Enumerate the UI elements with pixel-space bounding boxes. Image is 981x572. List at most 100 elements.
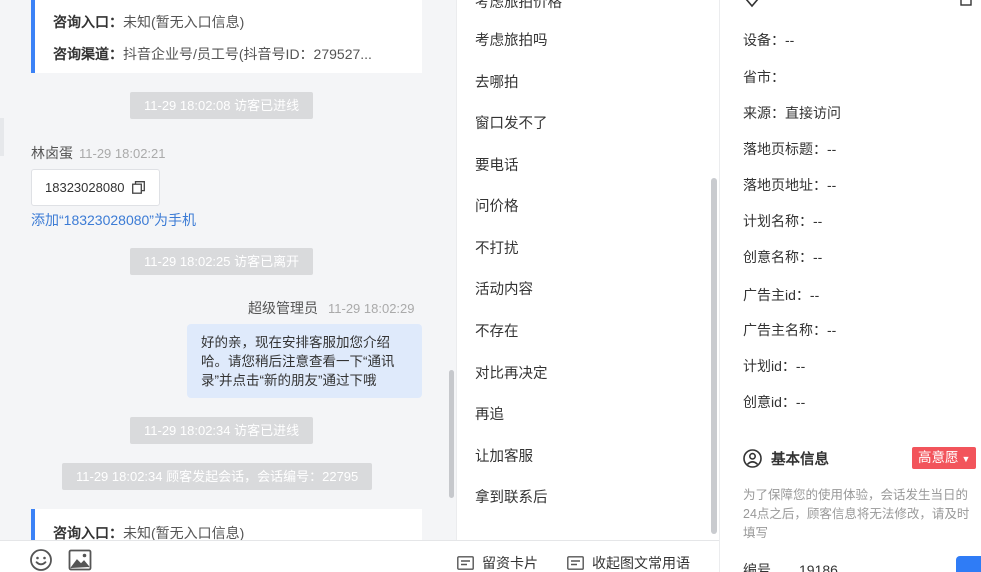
field-value: -- — [795, 394, 806, 410]
phrases-scrollbar[interactable] — [711, 178, 717, 534]
edit-notice: 为了保障您的使用体验，会话发生当日的24点之后，顾客信息将无法修改，请及时填写 — [743, 488, 970, 540]
field-label: 来源： — [743, 105, 785, 121]
field-value: -- — [813, 249, 823, 265]
consult-entry-line: 咨询入口：未知(暂无入口信息) — [53, 523, 404, 540]
field-label: 落地页标题： — [743, 141, 827, 157]
phrase-item-partial[interactable]: 考虑旅拍价格 — [475, 0, 562, 12]
phrase-item[interactable]: 要电话 — [475, 154, 519, 175]
intent-badge-label: 高意愿 — [918, 450, 959, 465]
lead-card-label: 留资卡片 — [482, 555, 538, 571]
source-field-plan-name: 计划名称：-- — [743, 211, 822, 231]
chat-scrollbar[interactable] — [449, 370, 454, 498]
source-field-creative-name: 创意名称：-- — [743, 247, 822, 267]
agent-name: 超级管理员 — [248, 300, 318, 316]
source-field-advertiser-name: 广告主名称：-- — [743, 320, 836, 340]
quick-phrases-panel[interactable]: 考虑旅拍价格 考虑旅拍吗 去哪拍 窗口发不了 要电话 问价格 不打扰 活动内容 … — [456, 0, 719, 540]
system-message: 11-29 18:02:34 访客已进线 — [130, 417, 314, 444]
collapse-phrases-label: 收起图文常用语 — [592, 555, 690, 571]
customer-info-panel[interactable]: 设备：-- 省市： 来源：直接访问 落地页标题：-- 落地页地址：-- 计划名称… — [719, 0, 981, 572]
visitor-phone-message[interactable]: 18323028080 — [31, 169, 160, 206]
chat-panel[interactable]: 咨询入口：未知(暂无入口信息) 咨询渠道：抖音企业号/员工号(抖音号ID：279… — [0, 0, 456, 540]
field-label: 落地页地址： — [743, 177, 827, 193]
field-label: 广告主名称： — [743, 322, 827, 338]
copy-icon[interactable] — [132, 181, 145, 194]
card-icon — [567, 556, 584, 570]
image-icon[interactable] — [68, 548, 92, 572]
phrase-item[interactable]: 再追 — [475, 403, 504, 424]
consult-channel-line: 咨询渠道：抖音企业号/员工号(抖音号ID：279527... — [53, 44, 404, 64]
visitor-name: 林卤蛋 — [31, 145, 73, 161]
phrase-item[interactable]: 对比再决定 — [475, 362, 548, 383]
edit-icon[interactable] — [960, 0, 972, 6]
chat-edge-handle — [0, 118, 4, 156]
agent-message-line: 好的亲，现在安排客服加您介绍 — [201, 335, 390, 350]
visitor-phone-text: 18323028080 — [45, 180, 125, 195]
consult-entry-label: 咨询入口： — [53, 525, 123, 540]
field-value: -- — [785, 32, 795, 48]
visitor-time: 11-29 18:02:21 — [79, 146, 166, 161]
field-label: 广告主id： — [743, 287, 810, 303]
agent-message-bubble: 好的亲，现在安排客服加您介绍 哈。请您稍后注意查看一下“通讯 录”并点击“新的朋… — [187, 324, 422, 398]
field-value: -- — [809, 287, 820, 303]
phrase-item[interactable]: 让加客服 — [475, 445, 533, 466]
app-root: 咨询入口：未知(暂无入口信息) 咨询渠道：抖音企业号/员工号(抖音号ID：279… — [0, 0, 981, 572]
phrase-item[interactable]: 窗口发不了 — [475, 112, 548, 133]
field-value: -- — [795, 358, 806, 374]
phrase-item[interactable]: 问价格 — [475, 195, 519, 216]
card-icon — [457, 556, 474, 570]
source-field-province: 省市： — [743, 67, 785, 87]
floating-action-button[interactable] — [956, 556, 981, 572]
intent-badge[interactable]: 高意愿 ▼ — [912, 447, 977, 469]
customer-id-row: 编号 19186 — [743, 560, 838, 572]
system-message: 11-29 18:02:34 顾客发起会话，会话编号：22795 — [62, 463, 373, 490]
source-field-device: 设备：-- — [743, 30, 794, 50]
add-phone-link[interactable]: 添加“18323028080”为手机 — [31, 210, 196, 230]
field-value: -- — [813, 213, 823, 229]
basic-info-title: 基本信息 — [771, 452, 829, 468]
field-label: 创意名称： — [743, 249, 813, 265]
source-field-landing-title: 落地页标题：-- — [743, 139, 836, 159]
field-label: 计划id： — [743, 358, 796, 374]
source-info-icon — [745, 0, 759, 8]
emoji-icon[interactable] — [29, 548, 53, 572]
visitor-header: 林卤蛋 11-29 18:02:21 — [31, 143, 166, 163]
customer-id-value: 19186 — [799, 562, 838, 572]
consult-entry-line: 咨询入口：未知(暂无入口信息) — [53, 12, 404, 32]
field-label: 设备： — [743, 32, 785, 48]
system-message: 11-29 18:02:08 访客已进线 — [130, 92, 314, 119]
consult-channel-label: 咨询渠道： — [53, 46, 123, 62]
field-value: -- — [827, 177, 837, 193]
collapse-phrases-button[interactable]: 收起图文常用语 — [567, 553, 690, 572]
phrase-item[interactable]: 不存在 — [475, 320, 519, 341]
field-value: 直接访问 — [785, 105, 841, 121]
lead-card-button[interactable]: 留资卡片 — [457, 553, 538, 572]
agent-message-line: 哈。请您稍后注意查看一下“通讯 — [201, 354, 395, 369]
phrase-item[interactable]: 拿到联系后 — [475, 486, 548, 507]
system-message: 11-29 18:02:25 访客已离开 — [130, 248, 314, 275]
phrase-item[interactable]: 不打扰 — [475, 237, 519, 258]
consult-entry-label: 咨询入口： — [53, 14, 123, 30]
agent-time: 11-29 18:02:29 — [328, 301, 415, 316]
field-value: -- — [827, 322, 837, 338]
field-label: 省市： — [743, 69, 785, 85]
source-field-plan-id: 计划id：-- — [743, 356, 805, 376]
consult-info-card: 咨询入口：未知(暂无入口信息) 咨询渠道：抖音企业号/员工号(抖音号ID：279… — [31, 0, 422, 73]
customer-id-label: 编号 — [743, 562, 771, 572]
phrase-item[interactable]: 去哪拍 — [475, 71, 519, 92]
consult-entry-value: 未知(暂无入口信息) — [123, 14, 245, 30]
caret-down-icon: ▼ — [961, 454, 971, 464]
source-field-origin: 来源：直接访问 — [743, 103, 841, 123]
phrase-item[interactable]: 活动内容 — [475, 278, 533, 299]
source-field-advertiser-id: 广告主id：-- — [743, 285, 819, 305]
source-field-creative-id: 创意id：-- — [743, 392, 805, 412]
field-label: 创意id： — [743, 394, 796, 410]
basic-info-header: 基本信息 — [743, 448, 829, 469]
chat-toolbar: 留资卡片 收起图文常用语 — [0, 540, 719, 572]
agent-header: 超级管理员 11-29 18:02:29 — [248, 298, 415, 318]
agent-message-line: 录”并点击“新的朋友”通过下哦 — [201, 373, 377, 388]
field-label: 计划名称： — [743, 213, 813, 229]
phrase-item[interactable]: 考虑旅拍吗 — [475, 29, 548, 50]
field-value: -- — [827, 141, 837, 157]
consult-channel-value: 抖音企业号/员工号(抖音号ID：279527... — [123, 46, 372, 62]
source-field-landing-url: 落地页地址：-- — [743, 175, 836, 195]
